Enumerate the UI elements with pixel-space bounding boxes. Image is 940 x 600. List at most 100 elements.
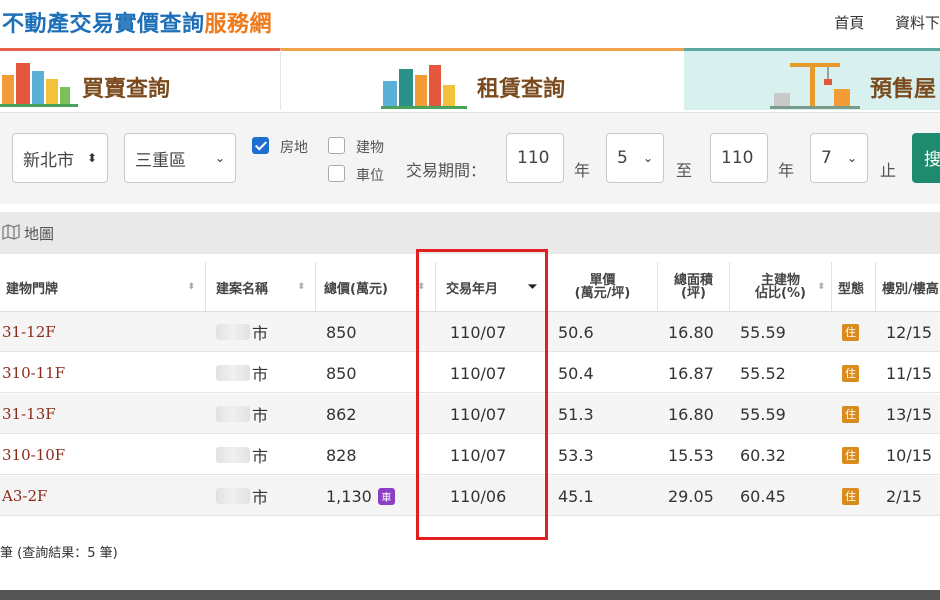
end-month-value: 7 <box>821 148 832 168</box>
cell-type: 住 <box>842 394 859 434</box>
sort-icon: ⬍ <box>297 282 305 292</box>
col-main-ratio[interactable]: 主建物 佔比(%) ⬍ <box>730 262 832 312</box>
project-text: 市 <box>252 324 269 343</box>
tab-sale[interactable]: 買賣查詢 <box>0 48 280 110</box>
cell-address-value: A3-2F <box>2 487 48 505</box>
cell-main-ratio-value: 60.45 <box>740 486 786 506</box>
site-title-accent: 服務網 <box>204 12 273 37</box>
cell-type: 住 <box>842 353 859 393</box>
cell-total-area-value: 16.80 <box>668 404 714 424</box>
nav-home[interactable]: 首頁 <box>834 14 864 32</box>
district-select[interactable]: 三重區 ⌄ <box>124 133 236 183</box>
cell-total-area: 16.80 <box>668 394 714 434</box>
checkbox-land-building[interactable] <box>252 137 269 154</box>
cell-main-ratio-value: 60.32 <box>740 445 786 465</box>
start-year-input[interactable]: 110 <box>506 133 564 183</box>
redacted-text <box>216 365 250 381</box>
cell-main-ratio-value: 55.59 <box>740 322 786 342</box>
cell-address[interactable]: 310-10F <box>2 435 65 475</box>
tab-sale-label: 買賣查詢 <box>82 77 171 102</box>
cell-total-price: 862 <box>326 394 357 434</box>
project-text: 市 <box>252 488 269 507</box>
cell-total-price: 828 <box>326 435 357 475</box>
end-year-unit: 年 <box>778 161 795 180</box>
start-month-select[interactable]: 5 ⌄ <box>606 133 664 183</box>
checkbox-building-label: 建物 <box>356 140 384 156</box>
chevron-down-icon: ⌄ <box>846 151 857 165</box>
col-type-label: 型態 <box>838 281 865 297</box>
cell-type: 住 <box>842 476 859 516</box>
cell-unit-price: 51.3 <box>558 394 594 434</box>
cell-project: 市 <box>216 476 268 516</box>
cell-address[interactable]: 31-13F <box>2 394 56 434</box>
col-floor[interactable]: 樓別/樓高 <box>876 262 940 312</box>
cell-total-area: 16.80 <box>668 312 714 352</box>
highlight-box <box>416 249 548 540</box>
residential-badge: 住 <box>842 323 859 341</box>
cell-unit-price-value: 51.3 <box>558 404 594 424</box>
parking-badge: 車 <box>377 487 395 505</box>
start-year-unit: 年 <box>574 161 591 180</box>
tab-rent-label: 租賃查詢 <box>477 77 566 102</box>
residential-badge: 住 <box>842 446 859 464</box>
crane-icon <box>770 63 860 109</box>
cell-address[interactable]: 310-11F <box>2 353 65 393</box>
cell-main-ratio: 55.52 <box>740 353 786 393</box>
cell-total-area: 29.05 <box>668 476 714 516</box>
nav-downloads[interactable]: 資料下 <box>895 14 940 32</box>
tab-presale[interactable]: 預售屋 <box>684 48 940 110</box>
start-month-value: 5 <box>617 148 628 168</box>
map-toggle-bar[interactable]: 地圖 <box>0 212 940 254</box>
cell-unit-price-value: 50.4 <box>558 363 594 383</box>
updown-caret-icon: ⬍ <box>86 151 97 165</box>
cell-main-ratio-value: 55.59 <box>740 404 786 424</box>
cell-unit-price: 53.3 <box>558 435 594 475</box>
top-header: 不動產交易實價查詢服務網 首頁 資料下 <box>0 0 940 46</box>
cell-address[interactable]: A3-2F <box>2 476 47 516</box>
project-text: 市 <box>252 406 269 425</box>
cell-total-price: 1,130 車 <box>326 476 395 516</box>
cell-total-area-value: 29.05 <box>668 486 714 506</box>
checkbox-land-building-label: 房地 <box>280 140 308 156</box>
cell-address-value: 31-13F <box>2 405 56 423</box>
cell-main-ratio-value: 55.52 <box>740 363 786 383</box>
map-icon <box>2 224 20 240</box>
cell-floor: 2/15 <box>886 476 922 516</box>
cell-main-ratio: 55.59 <box>740 312 786 352</box>
period-label: 交易期間： <box>406 161 487 180</box>
col-type[interactable]: 型態 <box>832 262 876 312</box>
redacted-text <box>216 488 250 504</box>
search-button[interactable]: 搜 <box>912 133 940 183</box>
col-total-area[interactable]: 總面積 (坪) <box>658 262 730 312</box>
cell-main-ratio: 55.59 <box>740 394 786 434</box>
col-address[interactable]: 建物門牌 ⬍ <box>0 262 206 312</box>
bottom-bar <box>0 590 940 600</box>
cell-address-value: 31-12F <box>2 323 56 341</box>
end-month-select[interactable]: 7 ⌄ <box>810 133 868 183</box>
col-project[interactable]: 建案名稱 ⬍ <box>206 262 316 312</box>
cell-main-ratio: 60.45 <box>740 476 786 516</box>
col-total-price-label: 總價(萬元) <box>324 281 388 297</box>
cell-unit-price: 45.1 <box>558 476 594 516</box>
col-unit-price[interactable]: 單價 (萬元/坪) <box>548 262 658 312</box>
cell-main-ratio: 60.32 <box>740 435 786 475</box>
map-toggle-label: 地圖 <box>24 225 55 243</box>
col-unit-price-label: 單價 (萬元/坪) <box>574 273 631 301</box>
city-select[interactable]: 新北市 ⬍ <box>12 133 108 183</box>
cell-floor: 10/15 <box>886 435 932 475</box>
checkbox-building[interactable] <box>328 137 345 154</box>
cell-unit-price-value: 50.6 <box>558 322 594 342</box>
col-project-label: 建案名稱 <box>216 281 269 297</box>
chevron-down-icon: ⌄ <box>214 151 225 165</box>
checkbox-parking-label: 車位 <box>356 168 384 184</box>
end-year-value: 110 <box>721 148 754 168</box>
checkbox-parking[interactable] <box>328 165 345 182</box>
site-title[interactable]: 不動產交易實價查詢服務網 <box>2 6 272 38</box>
cell-address[interactable]: 31-12F <box>2 312 56 352</box>
cell-type: 住 <box>842 312 859 352</box>
cell-total-area-value: 16.80 <box>668 322 714 342</box>
end-year-input[interactable]: 110 <box>710 133 768 183</box>
sort-icon: ⬍ <box>187 282 195 292</box>
tab-rent[interactable]: 租賃查詢 <box>280 48 684 110</box>
col-floor-label: 樓別/樓高 <box>882 281 939 297</box>
